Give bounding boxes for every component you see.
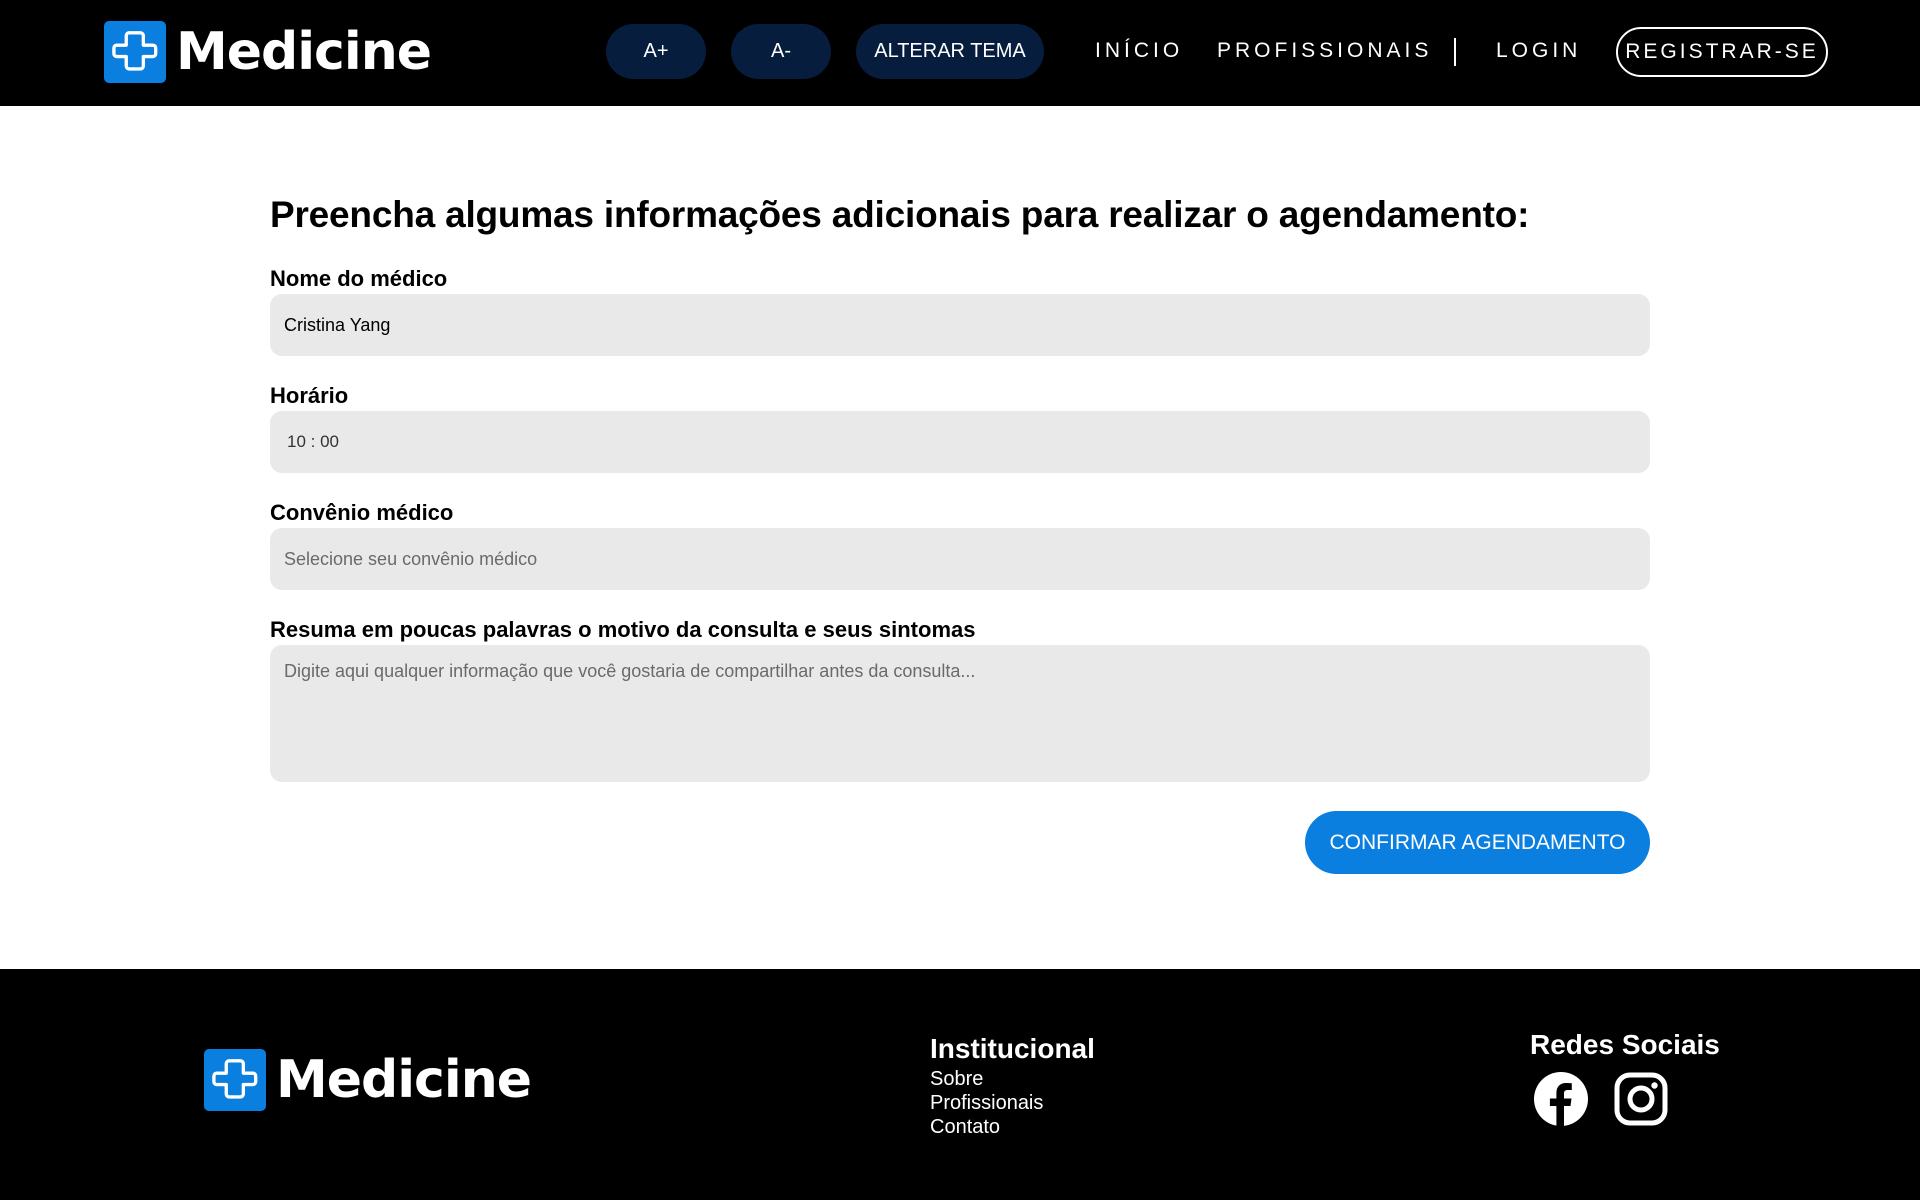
footer-link-about[interactable]: Sobre xyxy=(930,1067,1043,1091)
institutional-heading: Institucional xyxy=(930,1033,1095,1064)
insurance-placeholder: Selecione seu convênio médico xyxy=(284,548,538,569)
doctor-name-label: Nome do médico xyxy=(270,266,448,291)
footer-brand-name: Medicine xyxy=(276,1050,532,1110)
institutional-links: Sobre Profissionais Contato xyxy=(930,1067,1043,1139)
increase-font-button[interactable]: A+ xyxy=(606,24,706,79)
nav-professionals-link[interactable]: PROFISSIONAIS xyxy=(1217,38,1432,64)
medical-cross-icon xyxy=(104,21,166,83)
doctor-name-field[interactable]: Cristina Yang xyxy=(270,294,1650,356)
time-field[interactable]: 10 : 00 xyxy=(270,411,1650,473)
page-title: Preencha algumas informações adicionais … xyxy=(270,194,1530,235)
register-button[interactable]: REGISTRAR-SE xyxy=(1616,27,1828,77)
insurance-select[interactable]: Selecione seu convênio médico xyxy=(270,528,1650,590)
time-value: 10 : 00 xyxy=(287,432,339,451)
site-footer: Medicine Institucional Sobre Profissiona… xyxy=(0,969,1920,1200)
site-header: Medicine A+ A- ALTERAR TEMA INÍCIO PROFI… xyxy=(0,0,1920,106)
footer-link-contact[interactable]: Contato xyxy=(930,1115,1043,1139)
reason-textarea[interactable]: Digite aqui qualquer informação que você… xyxy=(270,645,1650,782)
facebook-icon[interactable] xyxy=(1533,1071,1589,1127)
nav-home-link[interactable]: INÍCIO xyxy=(1095,38,1183,64)
brand-logo[interactable]: Medicine xyxy=(104,21,432,83)
nav-login-link[interactable]: LOGIN xyxy=(1496,38,1581,64)
decrease-font-button[interactable]: A- xyxy=(731,24,831,79)
social-heading: Redes Sociais xyxy=(1530,1029,1720,1060)
toggle-theme-button[interactable]: ALTERAR TEMA xyxy=(856,24,1044,79)
social-icons xyxy=(1533,1071,1669,1127)
doctor-name-value: Cristina Yang xyxy=(284,314,391,335)
reason-label: Resuma em poucas palavras o motivo da co… xyxy=(270,617,976,642)
brand-name: Medicine xyxy=(176,22,432,82)
instagram-icon[interactable] xyxy=(1613,1071,1669,1127)
nav-divider xyxy=(1454,38,1456,66)
time-label: Horário xyxy=(270,383,349,408)
insurance-label: Convênio médico xyxy=(270,500,454,525)
reason-placeholder: Digite aqui qualquer informação que você… xyxy=(284,661,976,681)
medical-cross-icon xyxy=(204,1049,266,1111)
footer-link-professionals[interactable]: Profissionais xyxy=(930,1091,1043,1115)
confirm-appointment-button[interactable]: CONFIRMAR AGENDAMENTO xyxy=(1305,811,1650,874)
footer-brand-logo[interactable]: Medicine xyxy=(204,1049,532,1111)
